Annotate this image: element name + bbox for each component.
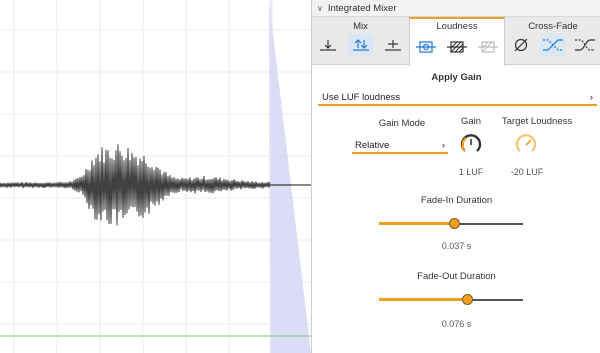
chevron-right-icon: ›	[589, 91, 593, 103]
collapse-chevron-icon[interactable]: ∨	[317, 4, 323, 13]
fade-out-label: Fade-Out Duration	[417, 271, 496, 282]
tab-mix[interactable]: Mix	[312, 17, 409, 65]
tab-label: Cross-Fade	[528, 21, 578, 32]
gain-mode-dropdown[interactable]: Relative ›	[352, 138, 448, 154]
swap-vertical-button[interactable]	[347, 34, 374, 56]
fade-region[interactable]	[269, 0, 311, 353]
section-title: Apply Gain	[431, 72, 482, 83]
move-down-icon	[320, 40, 336, 51]
slider-fill	[379, 298, 467, 301]
null-icon	[514, 38, 528, 52]
no-fade-button[interactable]	[508, 34, 534, 56]
loudness-mode-label: Use LUF loudness	[322, 91, 401, 103]
tab-label: Loudness	[436, 21, 478, 32]
hatch-button[interactable]	[444, 36, 470, 58]
fade-in-value: 0.037 s	[441, 241, 472, 251]
panel-header[interactable]: ∨ Integrated Mixer	[312, 0, 600, 17]
crossfade-button[interactable]	[540, 34, 566, 56]
slider-thumb[interactable]	[448, 218, 460, 229]
gain-mode-label: Gain Mode	[378, 118, 426, 129]
crossfade-alt-button[interactable]	[572, 34, 598, 56]
tab-cross-fade[interactable]: Cross-Fade	[505, 17, 600, 65]
waveform-canvas	[0, 0, 311, 353]
fade-out-value: 0.076 s	[441, 319, 472, 329]
loudness-mode-row[interactable]: Use LUF loudness ›	[318, 90, 597, 106]
target-loudness-value: -20 LUF	[510, 167, 544, 177]
target-loudness-label: Target Loudness	[501, 116, 573, 127]
fade-out-slider[interactable]	[379, 293, 523, 307]
chevron-right-icon: ›	[441, 139, 445, 151]
dim-icon	[478, 41, 498, 53]
dim-button[interactable]	[475, 36, 501, 58]
normalize-icon	[416, 41, 436, 53]
gain-knob-value: 1 LUF	[458, 167, 484, 177]
gain-knob[interactable]	[458, 132, 484, 158]
crossfade-alt-icon	[575, 39, 595, 51]
add-icon	[385, 40, 401, 51]
normalize-button[interactable]	[413, 36, 439, 58]
slider-fill	[379, 222, 454, 225]
panel-title: Integrated Mixer	[327, 2, 397, 14]
integrated-mixer-panel: ∨ Integrated Mixer Mix Loudness Cross-Fa…	[311, 0, 600, 353]
slider-thumb[interactable]	[461, 294, 473, 305]
fade-in-slider[interactable]	[379, 217, 523, 231]
target-loudness-knob[interactable]	[513, 132, 539, 158]
move-down-button[interactable]	[315, 34, 341, 56]
tab-loudness[interactable]: Loudness	[409, 17, 505, 66]
add-track-button[interactable]	[380, 34, 406, 56]
fade-in-label: Fade-In Duration	[420, 195, 493, 206]
mixer-tabs: Mix Loudness Cross-Fade	[312, 17, 600, 66]
gain-mode-value: Relative	[355, 139, 390, 151]
gain-knob-label: Gain	[460, 116, 482, 127]
waveform-view[interactable]	[0, 0, 311, 353]
crossfade-icon	[543, 39, 563, 51]
hatch-icon	[447, 41, 467, 53]
swap-vertical-icon	[352, 39, 369, 51]
tab-label: Mix	[353, 21, 368, 32]
